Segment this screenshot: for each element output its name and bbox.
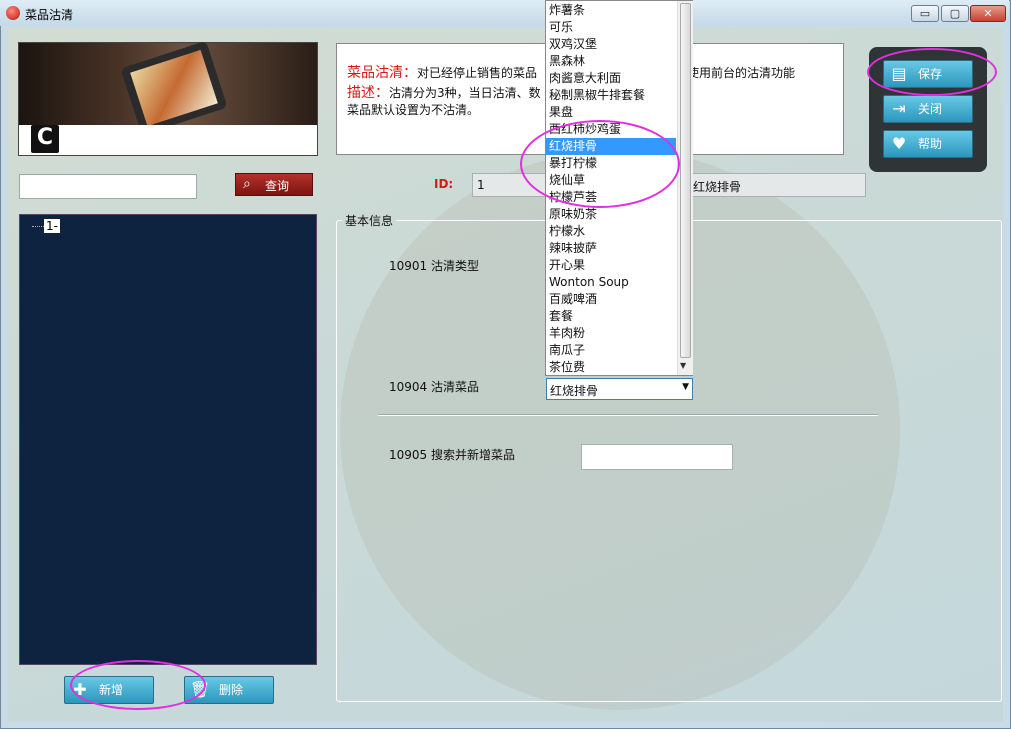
help-label: 帮助 <box>918 137 943 151</box>
search-add-input[interactable] <box>581 444 733 470</box>
id-value: 1 <box>477 178 485 192</box>
heart-icon: ♥ <box>891 134 907 153</box>
dropdown-option[interactable]: 肉酱意大利面 <box>546 70 676 87</box>
dropdown-option[interactable]: 双鸡汉堡 <box>546 36 676 53</box>
delete-label: 删除 <box>219 683 244 697</box>
name-field[interactable]: 红烧排骨 <box>684 173 866 197</box>
clear-dish-select[interactable]: 红烧排骨 ▼ <box>546 378 693 400</box>
close-window-button[interactable]: ✕ <box>970 5 1006 22</box>
exit-icon: ⇥ <box>892 99 906 118</box>
description-desc-label: 描述： <box>347 85 389 101</box>
dropdown-option[interactable]: 开心果 <box>546 257 676 274</box>
dropdown-option[interactable]: 秘制黑椒牛排套餐 <box>546 87 676 104</box>
scroll-down-icon[interactable]: ▼ <box>680 361 686 370</box>
query-label: 查询 <box>265 179 290 193</box>
dropdown-option[interactable]: Wonton Soup <box>546 274 676 291</box>
maximize-button[interactable]: ▢ <box>941 5 969 22</box>
dropdown-option[interactable]: 果盘 <box>546 104 676 121</box>
banner-strip <box>19 125 317 155</box>
description-desc-line: 描述：沽清分为3种，当日沽清、数 <box>347 82 541 102</box>
description-title-label: 菜品沽清： <box>347 65 417 81</box>
dropdown-option[interactable]: 套餐 <box>546 308 676 325</box>
clear-dish-label: 10904 沽清菜品 <box>389 380 479 394</box>
description-line-2: 菜品默认设置为不沽清。 <box>347 103 480 117</box>
annotation-ring-add <box>70 660 206 710</box>
basic-info-title: 基本信息 <box>342 212 397 229</box>
dropdown-option[interactable]: 百威啤酒 <box>546 291 676 308</box>
clear-type-label: 10901 沽清类型 <box>389 259 479 273</box>
dropdown-option[interactable]: 黑森林 <box>546 53 676 70</box>
description-desc-text: 沽清分为3种，当日沽清、数 <box>389 86 541 100</box>
help-button[interactable]: ♥ 帮助 <box>883 130 973 158</box>
category-tree[interactable]: 1- <box>19 214 317 665</box>
dropdown-option[interactable]: 茶位费 <box>546 359 676 376</box>
chevron-down-icon[interactable]: ▼ <box>682 382 689 392</box>
id-label: ID: <box>434 177 454 191</box>
dropdown-option[interactable]: 南瓜子 <box>546 342 676 359</box>
dropdown-scrollbar[interactable]: ▼ <box>677 1 693 375</box>
logo-icon: C <box>31 125 59 153</box>
dropdown-option[interactable]: 可乐 <box>546 19 676 36</box>
description-title-text: 对已经停止销售的菜品 <box>417 66 538 80</box>
search-add-label: 10905 搜索并新增菜品 <box>389 448 515 462</box>
description-title-line: 菜品沽清：对已经停止销售的菜品 <box>347 62 537 82</box>
tree-connector <box>32 226 44 227</box>
query-button[interactable]: ⌕ 查询 <box>235 173 313 196</box>
dropdown-option[interactable]: 炸薯条 <box>546 2 676 19</box>
app-icon <box>6 6 20 20</box>
tree-node-root[interactable]: 1- <box>44 219 60 233</box>
dropdown-option[interactable]: 羊肉粉 <box>546 325 676 342</box>
annotation-ring-save <box>867 48 997 96</box>
dropdown-option[interactable]: 辣味披萨 <box>546 240 676 257</box>
search-input[interactable] <box>19 174 197 199</box>
window-title: 菜品沽清 <box>25 8 74 22</box>
close-button[interactable]: ⇥ 关闭 <box>883 95 973 123</box>
dropdown-option[interactable]: 柠檬水 <box>546 223 676 240</box>
close-label: 关闭 <box>918 102 943 116</box>
separator <box>378 414 878 416</box>
name-value: 红烧排骨 <box>693 180 742 194</box>
banner-image: C <box>18 40 318 156</box>
scrollbar-thumb[interactable] <box>680 3 691 358</box>
magnifier-icon: ⌕ <box>243 176 251 192</box>
minimize-button[interactable]: ▭ <box>911 5 939 22</box>
description-title-tail: 使用前台的沽清功能 <box>687 66 796 80</box>
dropdown-option[interactable]: 原味奶茶 <box>546 206 676 223</box>
annotation-ring-selection <box>520 120 680 208</box>
clear-dish-value: 红烧排骨 <box>550 384 599 398</box>
title-bar[interactable]: 菜品沽清 ▭ ▢ ✕ <box>0 0 1009 26</box>
